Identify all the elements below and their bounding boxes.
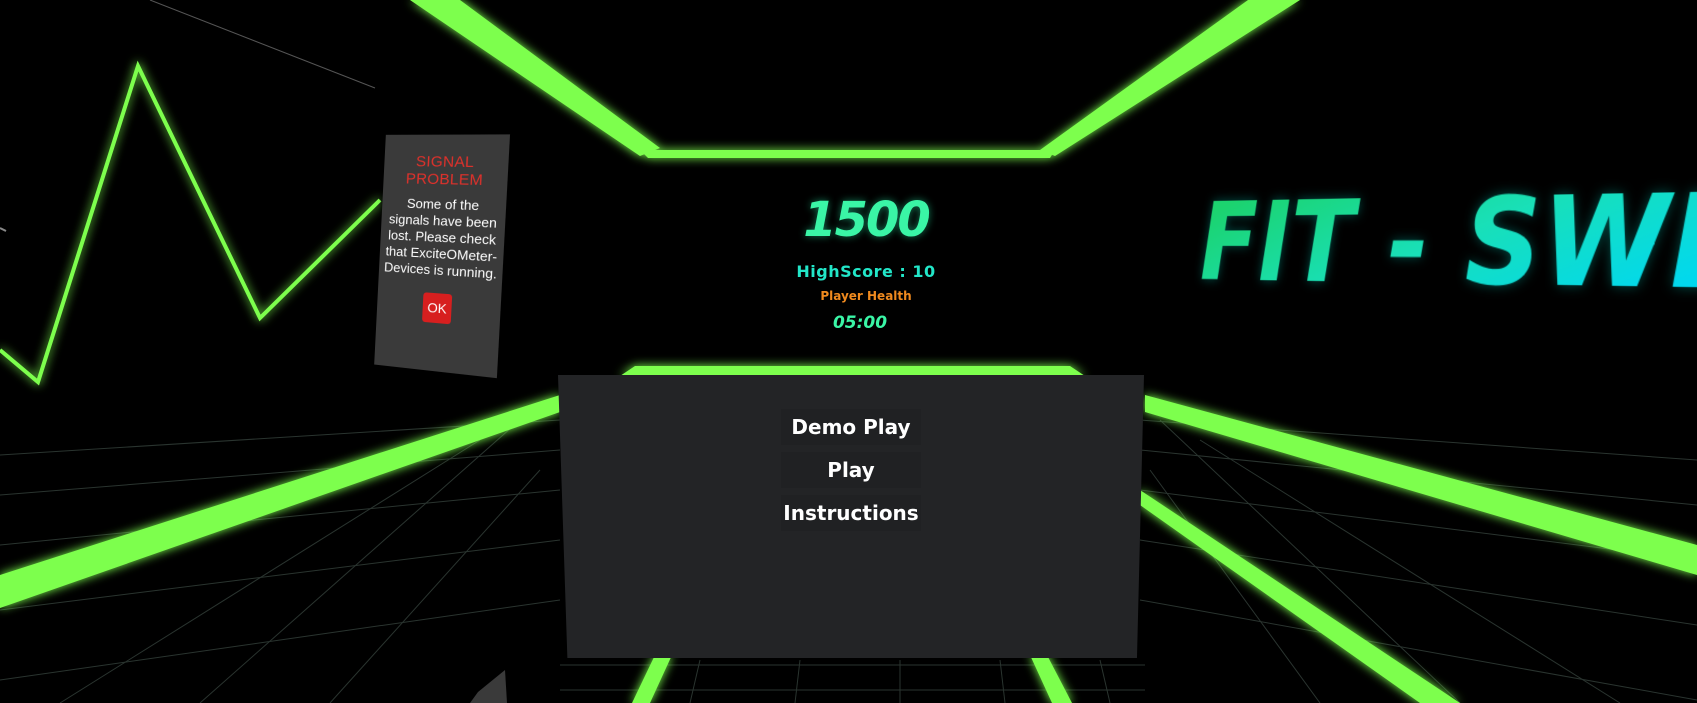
signal-problem-message: Some of the signals have been lost. Plea… [383,195,498,282]
game-scene: SIGNAL PROBLEM Some of the signals have … [0,0,1697,703]
heart-rate-line [0,60,382,386]
instructions-button[interactable]: Instructions [781,495,921,531]
signal-ok-button[interactable]: OK [421,292,453,325]
player-health-label: Player Health [820,289,912,303]
wire-line [149,0,376,89]
floor-object [470,670,507,703]
main-menu-panel: Demo Play Play Instructions [558,375,1144,658]
demo-play-button[interactable]: Demo Play [781,409,921,445]
play-button[interactable]: Play [781,452,921,488]
game-timer: 05:00 [832,313,888,333]
score-display: 1500 [803,192,931,248]
signal-problem-title: SIGNAL PROBLEM [405,153,484,190]
wire-line [0,227,7,232]
highscore-display: HighScore : 10 [796,262,936,281]
signal-problem-dialog: SIGNAL PROBLEM Some of the signals have … [374,134,511,379]
game-title-logo: FIT - SWEA [1200,163,1697,323]
